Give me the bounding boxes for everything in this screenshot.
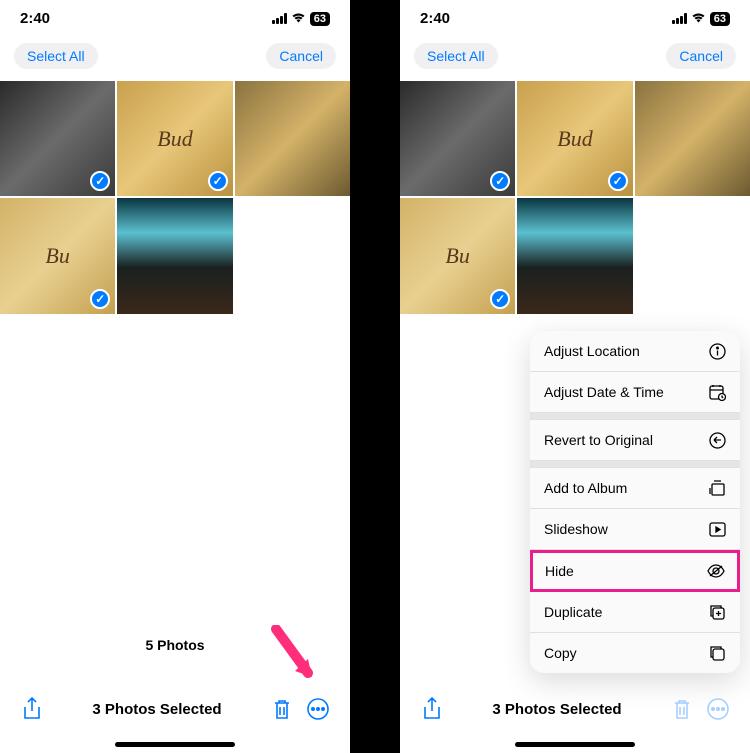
more-options-button[interactable] (704, 695, 732, 723)
menu-item-adjust-location[interactable]: Adjust Location (530, 331, 740, 372)
photo-thumbnail[interactable] (235, 81, 350, 196)
wifi-icon (291, 11, 306, 26)
menu-item-add-to-album[interactable]: Add to Album (530, 468, 740, 509)
selection-check-icon: ✓ (90, 289, 110, 309)
info-icon (708, 342, 726, 360)
selection-toolbar: Select All Cancel (0, 33, 350, 81)
share-button[interactable] (18, 695, 46, 723)
selection-check-icon: ✓ (490, 289, 510, 309)
more-options-button[interactable] (304, 695, 332, 723)
photo-thumbnail[interactable]: Bud ✓ (117, 81, 232, 196)
status-bar: 2:40 63 (0, 0, 350, 33)
left-screenshot: 2:40 63 Select All Cancel ✓ Bud ✓ Bu ✓ 5… (0, 0, 350, 753)
photo-thumbnail[interactable] (517, 198, 632, 313)
selection-check-icon: ✓ (90, 171, 110, 191)
menu-label: Slideshow (544, 521, 608, 537)
selection-check-icon: ✓ (208, 171, 228, 191)
spacer (350, 0, 400, 753)
photo-thumbnail[interactable]: Bud ✓ (517, 81, 632, 196)
right-screenshot: 2:40 63 Select All Cancel ✓ Bud ✓ Bu ✓ A… (400, 0, 750, 753)
trash-button[interactable] (268, 695, 296, 723)
photo-count-label: 5 Photos (0, 637, 350, 653)
play-icon (708, 520, 726, 538)
revert-icon (708, 431, 726, 449)
cellular-icon (272, 13, 287, 24)
menu-label: Adjust Location (544, 343, 640, 359)
cancel-button[interactable]: Cancel (266, 43, 336, 69)
menu-label: Add to Album (544, 480, 627, 496)
context-menu: Adjust Location Adjust Date & Time Rever… (530, 331, 740, 673)
copy-icon (708, 644, 726, 662)
menu-item-revert-original[interactable]: Revert to Original (530, 420, 740, 461)
photo-grid: ✓ Bud ✓ Bu ✓ (0, 81, 350, 314)
share-button[interactable] (418, 695, 446, 723)
status-icons: 63 (272, 11, 330, 26)
annotation-arrow (268, 625, 318, 685)
menu-item-adjust-date-time[interactable]: Adjust Date & Time (530, 372, 740, 413)
photo-thumbnail[interactable]: Bu ✓ (0, 198, 115, 313)
bottom-toolbar: 3 Photos Selected (400, 695, 750, 723)
selected-count-label: 3 Photos Selected (46, 701, 268, 718)
eye-off-icon (707, 562, 725, 580)
photo-thumbnail[interactable]: Bu ✓ (400, 198, 515, 313)
menu-item-hide[interactable]: Hide (530, 550, 740, 592)
photo-thumbnail[interactable] (117, 198, 232, 313)
menu-label: Hide (545, 563, 574, 579)
menu-item-copy[interactable]: Copy (530, 633, 740, 673)
bottom-toolbar: 3 Photos Selected (0, 695, 350, 723)
battery-icon: 63 (310, 12, 330, 26)
photo-thumbnail[interactable] (635, 81, 750, 196)
menu-separator (530, 413, 740, 420)
battery-icon: 63 (710, 12, 730, 26)
menu-item-slideshow[interactable]: Slideshow (530, 509, 740, 550)
selection-check-icon: ✓ (608, 171, 628, 191)
photo-thumbnail[interactable]: ✓ (400, 81, 515, 196)
status-bar: 2:40 63 (400, 0, 750, 33)
menu-label: Copy (544, 645, 577, 661)
cancel-button[interactable]: Cancel (666, 43, 736, 69)
photo-thumbnail[interactable]: ✓ (0, 81, 115, 196)
album-icon (708, 479, 726, 497)
menu-label: Duplicate (544, 604, 602, 620)
menu-separator (530, 461, 740, 468)
menu-item-duplicate[interactable]: Duplicate (530, 592, 740, 633)
menu-label: Adjust Date & Time (544, 384, 664, 400)
menu-label: Revert to Original (544, 432, 653, 448)
selected-count-label: 3 Photos Selected (446, 701, 668, 718)
select-all-button[interactable]: Select All (14, 43, 98, 69)
duplicate-icon (708, 603, 726, 621)
status-icons: 63 (672, 11, 730, 26)
selection-check-icon: ✓ (490, 171, 510, 191)
clock: 2:40 (420, 10, 450, 27)
calendar-icon (708, 383, 726, 401)
home-indicator (115, 742, 235, 747)
trash-button[interactable] (668, 695, 696, 723)
cellular-icon (672, 13, 687, 24)
select-all-button[interactable]: Select All (414, 43, 498, 69)
home-indicator (515, 742, 635, 747)
clock: 2:40 (20, 10, 50, 27)
photo-grid: ✓ Bud ✓ Bu ✓ (400, 81, 750, 314)
selection-toolbar: Select All Cancel (400, 33, 750, 81)
wifi-icon (691, 11, 706, 26)
